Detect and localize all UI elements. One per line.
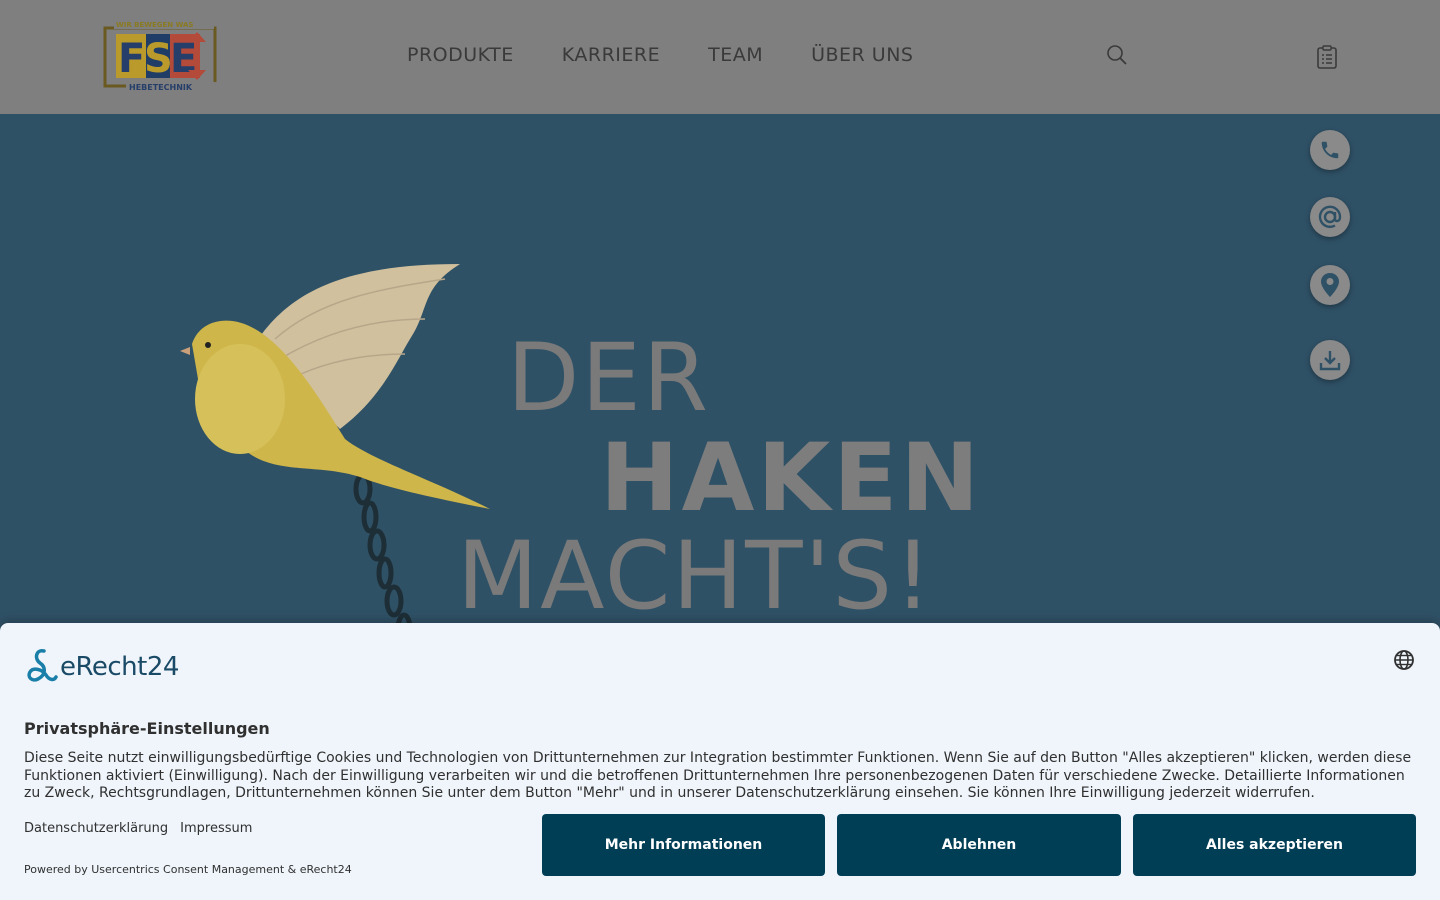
- nav-item-karriere[interactable]: KARRIERE: [562, 44, 660, 66]
- svg-text:F: F: [118, 36, 145, 82]
- headline-line-1: DER: [507, 324, 711, 433]
- erecht24-wordmark: eRecht24: [60, 652, 179, 682]
- phone-button[interactable]: [1310, 130, 1350, 170]
- at-icon: [1318, 205, 1342, 229]
- cookie-consent-banner: eRecht24 Privatsphäre-Einstellungen Dies…: [0, 623, 1440, 900]
- nav-item-team[interactable]: TEAM: [708, 44, 763, 66]
- svg-text:S: S: [144, 36, 173, 82]
- nav-item-produkte[interactable]: PRODUKTE: [407, 44, 514, 66]
- consent-title: Privatsphäre-Einstellungen: [24, 719, 270, 738]
- consent-description: Diese Seite nutzt einwilligungsbedürftig…: [24, 750, 1412, 801]
- email-button[interactable]: [1310, 197, 1350, 237]
- location-pin-icon: [1321, 273, 1339, 297]
- globe-icon[interactable]: [1393, 649, 1415, 671]
- main-nav: PRODUKTE KARRIERE TEAM ÜBER UNS: [407, 44, 913, 66]
- download-button[interactable]: [1310, 340, 1350, 380]
- powered-by-text: Powered by Usercentrics Consent Manageme…: [24, 863, 352, 876]
- svg-text:HEBETECHNIK: HEBETECHNIK: [129, 83, 193, 92]
- headline-line-3: MACHT'S!: [457, 522, 934, 631]
- clipboard-icon[interactable]: [1316, 45, 1338, 69]
- erecht24-symbol-icon: [27, 649, 58, 682]
- fse-logo-graphic: F S E WIR BEWEGEN WAS HEBETECHNIK: [103, 20, 218, 92]
- fse-logo[interactable]: F S E WIR BEWEGEN WAS HEBETECHNIK: [102, 20, 220, 94]
- nav-item-ueber-uns[interactable]: ÜBER UNS: [811, 44, 913, 66]
- site-header: F S E WIR BEWEGEN WAS HEBETECHNIK PRODUK…: [0, 0, 1440, 114]
- imprint-link[interactable]: Impressum: [180, 821, 252, 836]
- more-information-button[interactable]: Mehr Informationen: [542, 814, 825, 876]
- decline-button[interactable]: Ablehnen: [837, 814, 1121, 876]
- location-button[interactable]: [1310, 265, 1350, 305]
- consent-links: Datenschutzerklärung Impressum: [24, 821, 252, 836]
- svg-text:WIR BEWEGEN WAS: WIR BEWEGEN WAS: [116, 21, 193, 29]
- accept-all-button[interactable]: Alles akzeptieren: [1133, 814, 1416, 876]
- phone-icon: [1321, 141, 1339, 159]
- search-icon[interactable]: [1106, 44, 1128, 66]
- download-icon: [1319, 351, 1341, 371]
- erecht24-logo: eRecht24: [24, 647, 179, 687]
- privacy-policy-link[interactable]: Datenschutzerklärung: [24, 821, 168, 836]
- headline-line-2: HAKEN: [600, 424, 983, 533]
